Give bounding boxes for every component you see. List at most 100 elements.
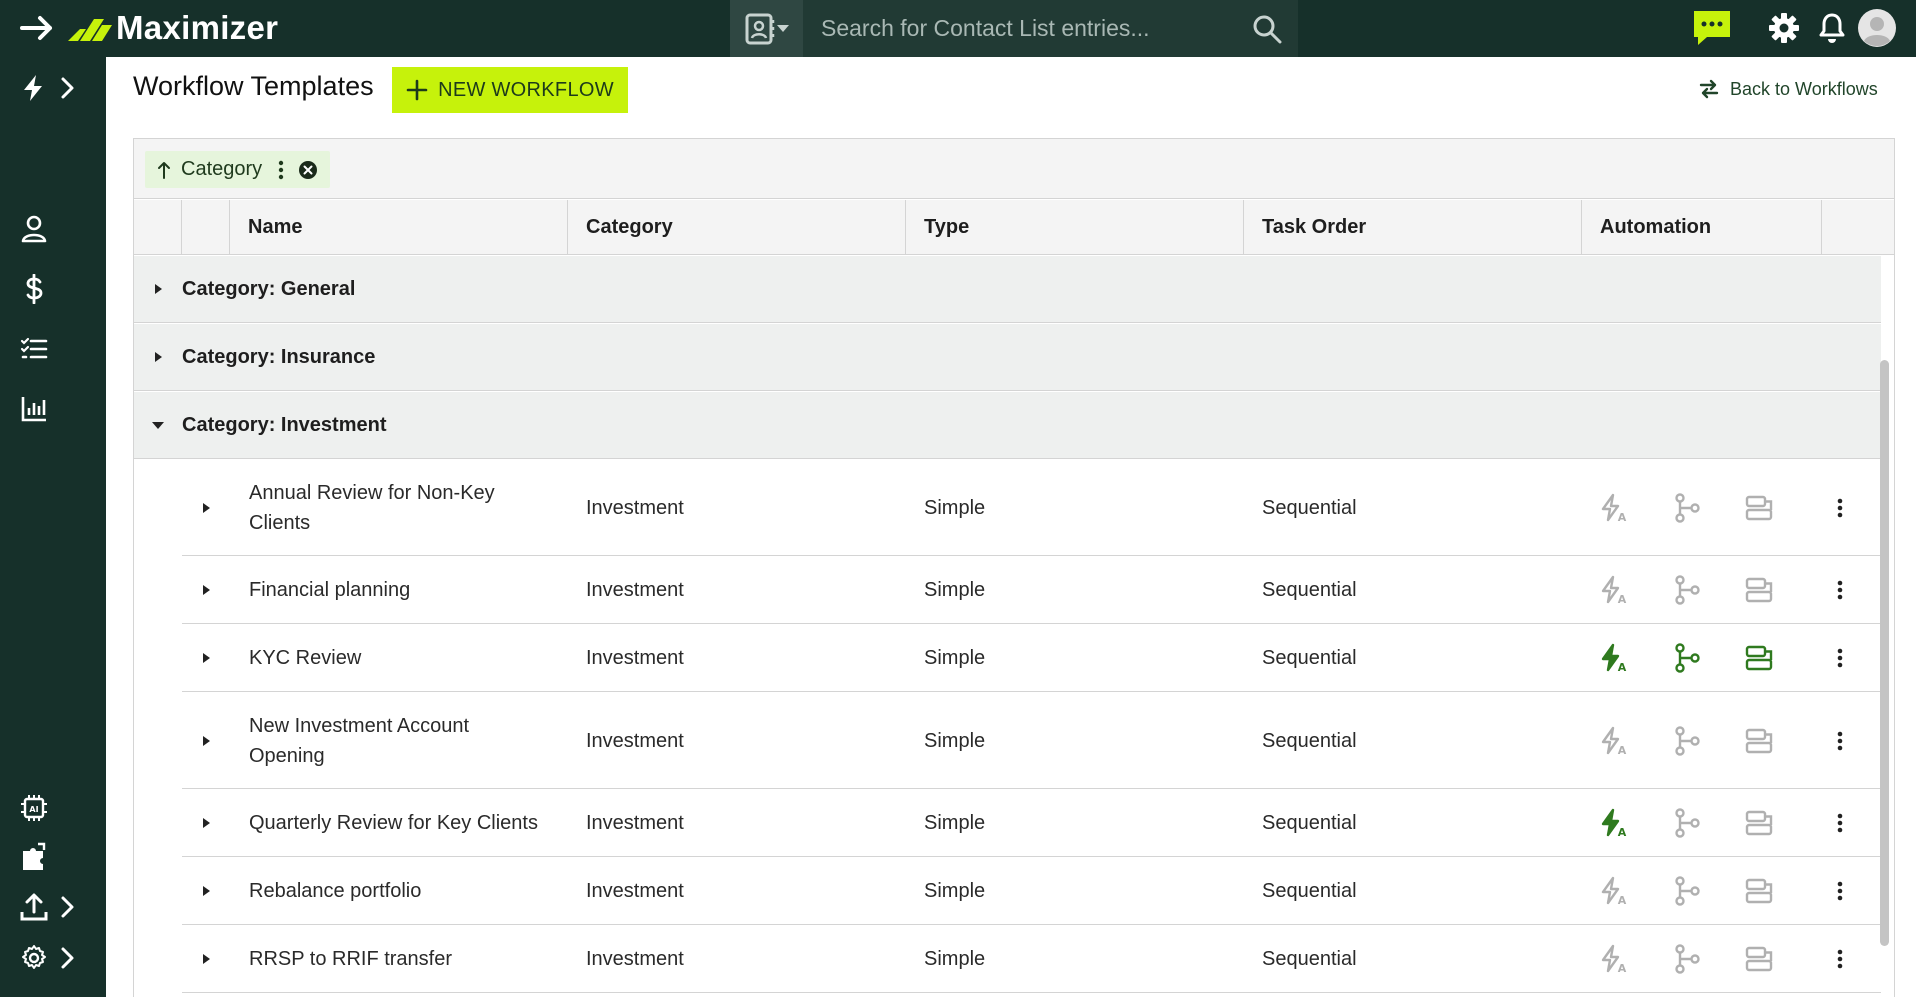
settings-button[interactable] — [1766, 8, 1802, 48]
cell-task-order: Sequential — [1262, 579, 1357, 601]
automation-action-button[interactable] — [1743, 574, 1775, 606]
automation-trigger-button[interactable]: A — [1598, 574, 1630, 606]
row-menu-button[interactable] — [1824, 492, 1856, 524]
automation-branch-button[interactable] — [1671, 492, 1703, 524]
header-automation[interactable]: Automation — [1582, 200, 1822, 254]
row-menu-button[interactable] — [1824, 642, 1856, 674]
automation-trigger-button[interactable]: A — [1598, 807, 1630, 839]
automation-branch-button[interactable] — [1671, 807, 1703, 839]
cell-task-order: Sequential — [1262, 729, 1357, 752]
automation-action-button[interactable] — [1743, 492, 1775, 524]
notifications-button[interactable] — [1816, 8, 1848, 48]
cell-name[interactable]: New Investment Account Opening — [249, 693, 549, 788]
sidebar-item-integrations[interactable] — [20, 842, 48, 872]
automation-trigger-button[interactable]: A — [1598, 642, 1630, 674]
row-menu-button[interactable] — [1824, 574, 1856, 606]
table-row[interactable]: New Investment Account Opening Investmen… — [182, 693, 1881, 789]
row-menu-button[interactable] — [1824, 725, 1856, 757]
group-label: Category: General — [182, 277, 356, 300]
chat-button[interactable] — [1690, 8, 1734, 48]
search-button[interactable] — [1250, 12, 1284, 46]
cell-name[interactable]: Annual Review for Non-Key Clients — [249, 460, 549, 555]
header-name[interactable]: Name — [230, 200, 568, 254]
automation-action-button[interactable] — [1743, 875, 1775, 907]
row-expand-button[interactable] — [182, 625, 230, 691]
cell-task-order: Sequential — [1262, 948, 1357, 970]
row-menu-button[interactable] — [1824, 943, 1856, 975]
group-label: Category: Investment — [182, 413, 387, 436]
sidebar-item-settings[interactable] — [20, 943, 80, 973]
table-row[interactable]: Rebalance portfolio Investment Simple Se… — [182, 858, 1881, 925]
automation-branch-button[interactable] — [1671, 943, 1703, 975]
table-row[interactable]: RRSP to RRIF transfer Investment Simple … — [182, 926, 1881, 993]
sidebar-item-reports[interactable] — [20, 394, 48, 424]
sidebar-item-ai[interactable]: AI — [20, 793, 48, 823]
row-expand-button[interactable] — [182, 557, 230, 623]
group-row-investment[interactable]: Category: Investment — [134, 392, 1881, 459]
header-category[interactable]: Category — [568, 200, 906, 254]
header-task-order[interactable]: Task Order — [1244, 200, 1582, 254]
sidebar-item-tasks[interactable] — [20, 334, 48, 364]
workflow-grid: Category Name Category Type Task Order A… — [133, 138, 1895, 997]
automation-trigger-button[interactable]: A — [1598, 875, 1630, 907]
caret-right-icon — [203, 954, 210, 964]
auto-trigger-icon: A — [1601, 726, 1627, 756]
table-row[interactable]: Quarterly Review for Key Clients Investm… — [182, 790, 1881, 857]
user-avatar[interactable] — [1858, 8, 1896, 48]
automation-branch-button[interactable] — [1671, 574, 1703, 606]
row-expand-button[interactable] — [182, 790, 230, 856]
cell-name[interactable]: Rebalance portfolio — [249, 858, 549, 924]
row-expand-button[interactable] — [182, 693, 230, 788]
group-row-general[interactable]: Category: General — [134, 256, 1881, 323]
table-row[interactable]: Annual Review for Non-Key Clients Invest… — [182, 460, 1881, 556]
row-expand-button[interactable] — [182, 858, 230, 924]
sidebar-item-contacts[interactable] — [20, 214, 48, 244]
automation-branch-button[interactable] — [1671, 875, 1703, 907]
group-by-bar: Category — [134, 139, 1894, 199]
cell-name[interactable]: RRSP to RRIF transfer — [249, 926, 549, 992]
automation-trigger-button[interactable]: A — [1598, 725, 1630, 757]
automation-trigger-button[interactable]: A — [1598, 492, 1630, 524]
collapse-arrow-button[interactable] — [18, 12, 58, 44]
new-workflow-button[interactable]: NEW WORKFLOW — [392, 67, 628, 113]
header-type[interactable]: Type — [906, 200, 1244, 254]
automation-action-button[interactable] — [1743, 807, 1775, 839]
group-chip-category[interactable]: Category — [145, 151, 331, 188]
more-vertical-icon[interactable] — [276, 159, 286, 181]
sidebar-item-automation[interactable] — [20, 73, 80, 103]
search-input[interactable] — [821, 10, 1231, 47]
header-select-column[interactable] — [182, 200, 230, 254]
back-to-workflows-label: Back to Workflows — [1730, 78, 1878, 99]
maximizer-logo[interactable]: Maximizer — [66, 8, 278, 48]
table-row[interactable]: KYC Review Investment Simple Sequential … — [182, 625, 1881, 692]
more-vertical-icon — [1837, 731, 1843, 750]
branch-icon — [1675, 643, 1700, 673]
automation-branch-button[interactable] — [1671, 725, 1703, 757]
branch-icon — [1675, 725, 1700, 756]
sidebar-item-sales[interactable] — [20, 274, 48, 304]
table-row[interactable]: Financial planning Investment Simple Seq… — [182, 557, 1881, 624]
automation-action-button[interactable] — [1743, 725, 1775, 757]
row-menu-button[interactable] — [1824, 875, 1856, 907]
cell-name[interactable]: KYC Review — [249, 625, 549, 691]
cell-task-order: Sequential — [1262, 647, 1357, 669]
automation-trigger-button[interactable]: A — [1598, 943, 1630, 975]
automation-action-button[interactable] — [1743, 943, 1775, 975]
vertical-scrollbar[interactable] — [1880, 360, 1889, 946]
sidebar-item-import[interactable] — [20, 892, 80, 922]
more-vertical-icon — [1837, 648, 1843, 668]
back-to-workflows-link[interactable]: Back to Workflows — [1698, 78, 1878, 100]
automation-action-button[interactable] — [1743, 642, 1775, 674]
cell-name[interactable]: Financial planning — [249, 557, 549, 623]
group-row-insurance[interactable]: Category: Insurance — [134, 324, 1881, 391]
remove-circle-icon[interactable] — [298, 160, 318, 180]
row-menu-button[interactable] — [1824, 807, 1856, 839]
chevron-right-icon — [61, 77, 74, 99]
svg-text:A: A — [1618, 593, 1627, 605]
cell-name[interactable]: Quarterly Review for Key Clients — [249, 790, 549, 856]
row-expand-button[interactable] — [182, 926, 230, 992]
automation-branch-button[interactable] — [1671, 642, 1703, 674]
checklist-icon — [20, 337, 48, 359]
row-expand-button[interactable] — [182, 460, 230, 555]
search-type-dropdown[interactable] — [730, 0, 803, 57]
